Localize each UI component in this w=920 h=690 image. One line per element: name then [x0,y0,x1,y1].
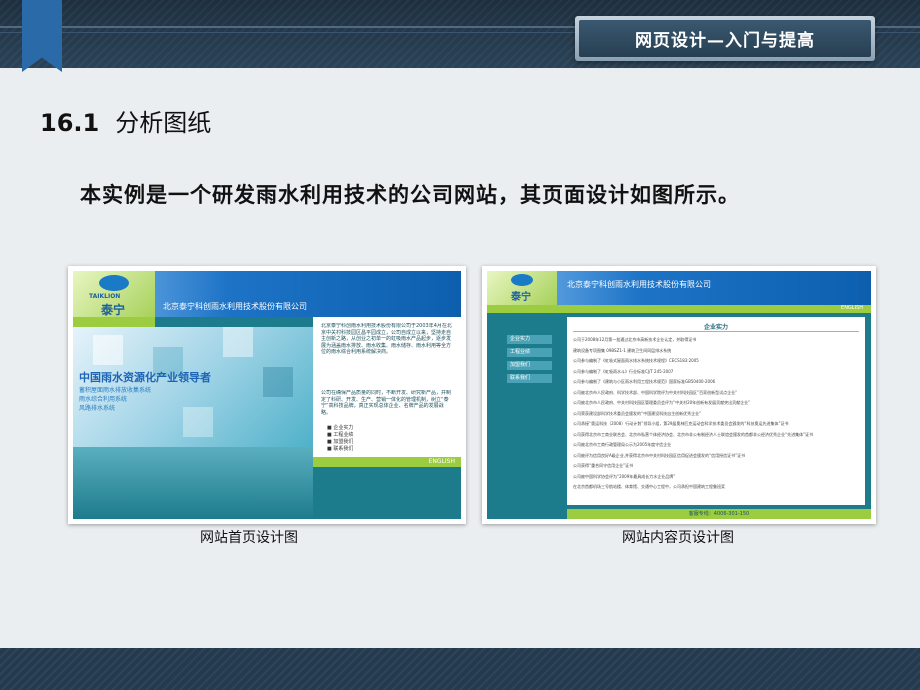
content-line: 建筑设备专项图集 09BSZ1-1 建筑卫生间同层排水系统 [573,347,672,353]
mosaic-tile [223,327,253,357]
content-line: 公司被评为信用良好A级企业,并获得北京市中关村科技园区信用促进会颁发的“信用授信… [573,452,746,458]
content-line: 公司被北京市人民政府、中关村科技园区管理委员会评为“中关村20年创新有发展贡献突… [573,400,751,405]
logo-icon [511,274,533,286]
company-intro-1: 北京泰宁科创雨水利用技术股份有限公司于2003年4月在北京中关村科技园区昌平园成… [321,323,452,355]
green-band [73,317,155,327]
menu-item[interactable]: ■ 工程业绩 [327,432,353,439]
content-page-frame: 泰宁 北京泰宁科创雨水利用技术股份有限公司 ENGLISH 企业实力 工程业绩 … [487,271,871,519]
footer-bar [0,648,920,690]
footer-texture [0,648,920,690]
section-number: 16.1 [40,109,100,137]
content-footer-bar: 客服专线：4006-301-150 [567,509,871,519]
content-logo-cn: 泰宁 [511,292,531,303]
english-bar: ENGLISH [313,457,461,467]
content-line: 公司参与编制了《建筑与小区雨水利用工程技术规范》国家标准GB50400-2006 [573,379,716,384]
logo-en: TAIKLION [89,293,121,300]
mosaic-tile [183,407,213,437]
homepage-content: 北京泰宁科创雨水利用技术股份有限公司于2003年4月在北京中关村科技园区昌平园成… [313,317,461,457]
content-lines: 公司于2008年12月第一批通过北京市高新技术企业认定，并取得证书 建筑设备专项… [573,335,859,493]
content-line: 公司参与编制了《虹吸雨水斗》行业标准CJ/T 245-2007 [573,368,674,374]
content-line: 公司获得北京市工商业联合会、北京市私营个体经济协会、北京市非公有制经济人士联谊会… [573,431,814,437]
content-english-link[interactable]: ENGLISH [841,305,863,311]
content-company-name: 北京泰宁科创雨水利用技术股份有限公司 [567,280,711,289]
company-intro-2: 公司在确保产品质量的同时，不断开发、研究新产品，并制定了科研、开发、生产、营销一… [321,390,452,416]
sidebar-item[interactable]: 联系我们 [507,374,552,383]
hero-product-1: 蓄积屋面雨水排放收集系统 [79,387,152,394]
hero-product-2: 雨水综合利用系统 [79,396,128,403]
mosaic-tile [93,335,123,365]
lower-mosaic [73,447,313,519]
homepage-header: TAIKLION 泰宁 北京泰宁科创雨水利用技术股份有限公司 [73,271,461,317]
menu-item[interactable]: ■ 加盟我们 [327,439,353,446]
content-line: 公司承接“奥运科技（2008）行动计划”领导小组，第29届奥林匹克运动会科学技术… [573,421,789,426]
content-line: 公司被北京市工商行政管理局公示为2005年度守信企业 [573,442,672,447]
homepage-frame: TAIKLION 泰宁 北京泰宁科创雨水利用技术股份有限公司 中国雨水资源化产业… [73,271,461,519]
figure2-caption: 网站内容页设计图 [622,530,734,546]
menu-item[interactable]: ■ 联系我们 [327,446,353,453]
title-banner: 网页设计—入门与提高 [575,16,875,61]
company-name: 北京泰宁科创雨水利用技术股份有限公司 [163,302,307,311]
hero-slogan: 中国雨水资源化产业领导者 [79,371,211,384]
figure1-caption: 网站首页设计图 [200,530,298,546]
content-line: 公司于2008年12月第一批通过北京市高新技术企业认定，并取得证书 [573,337,697,342]
content-title: 企业实力 [703,324,728,331]
content-green-band: ENGLISH [487,305,871,313]
sidebar-item[interactable]: 加盟我们 [507,361,552,370]
content-line: 公司参与编制了《虹吸式屋面雨水排水系统技术规程》CECS183:2005 [573,358,699,363]
content-main: 企业实力 公司于2008年12月第一批通过北京市高新技术企业认定，并取得证书 建… [567,317,865,505]
sidebar-item[interactable]: 工程业绩 [507,348,552,357]
hero-product-3: 风路排水系统 [79,405,116,412]
menu-item[interactable]: ■ 企业实力 [327,425,353,432]
hero-mosaic: 中国雨水资源化产业领导者 蓄积屋面雨水排放收集系统 雨水综合利用系统 风路排水系… [73,327,313,447]
homepage-logo-block: TAIKLION 泰宁 [73,271,155,317]
section-heading: 16.1 分析图纸 [40,103,211,138]
content-sidebar: 企业实力 工程业绩 加盟我们 联系我们 [487,313,565,509]
content-line: 公司荣获建设部科学技术委员会颁发的“中国建设科技自主创新优秀企业” [573,410,702,416]
content-page-screenshot: 泰宁 北京泰宁科创雨水利用技术股份有限公司 ENGLISH 企业实力 工程业绩 … [482,266,876,524]
content-logo-block: 泰宁 [487,271,557,305]
content-header: 泰宁 北京泰宁科创雨水利用技术股份有限公司 [487,271,871,305]
section-title: 分析图纸 [115,109,212,137]
homepage-screenshot: TAIKLION 泰宁 北京泰宁科创雨水利用技术股份有限公司 中国雨水资源化产业… [68,266,466,524]
logo-cn: 泰宁 [101,303,126,317]
content-line: 公司被中国科学协会评为“2009年最具成长力水企业品牌” [573,473,676,479]
content-divider [573,331,859,332]
banner-title: 网页设计—入门与提高 [579,20,871,57]
logo-icon [99,275,129,291]
homepage-menu: ■ 企业实力 ■ 工程业绩 ■ 加盟我们 ■ 联系我们 [327,425,353,453]
hotline: 客服专线：4006-301-150 [688,511,750,517]
english-link[interactable]: ENGLISH [429,458,455,465]
content-line: 公司获得“重合同守信用企业”证书 [573,463,634,468]
mosaic-tile [263,367,293,397]
sidebar-item[interactable]: 企业实力 [507,335,552,344]
content-line: 公司被北京市人民政府、科学技术部、中国科学院评为中关村科技园区“百家创新型试点企… [573,389,738,395]
content-line: 在北京首都机场三号航站楼、体育馆、交通中心工程中，公司承担中国建筑工程鲁班奖 [573,484,725,489]
intro-text: 本实例是一个研发雨水利用技术的公司网站，其页面设计如图所示。 [80,183,740,207]
